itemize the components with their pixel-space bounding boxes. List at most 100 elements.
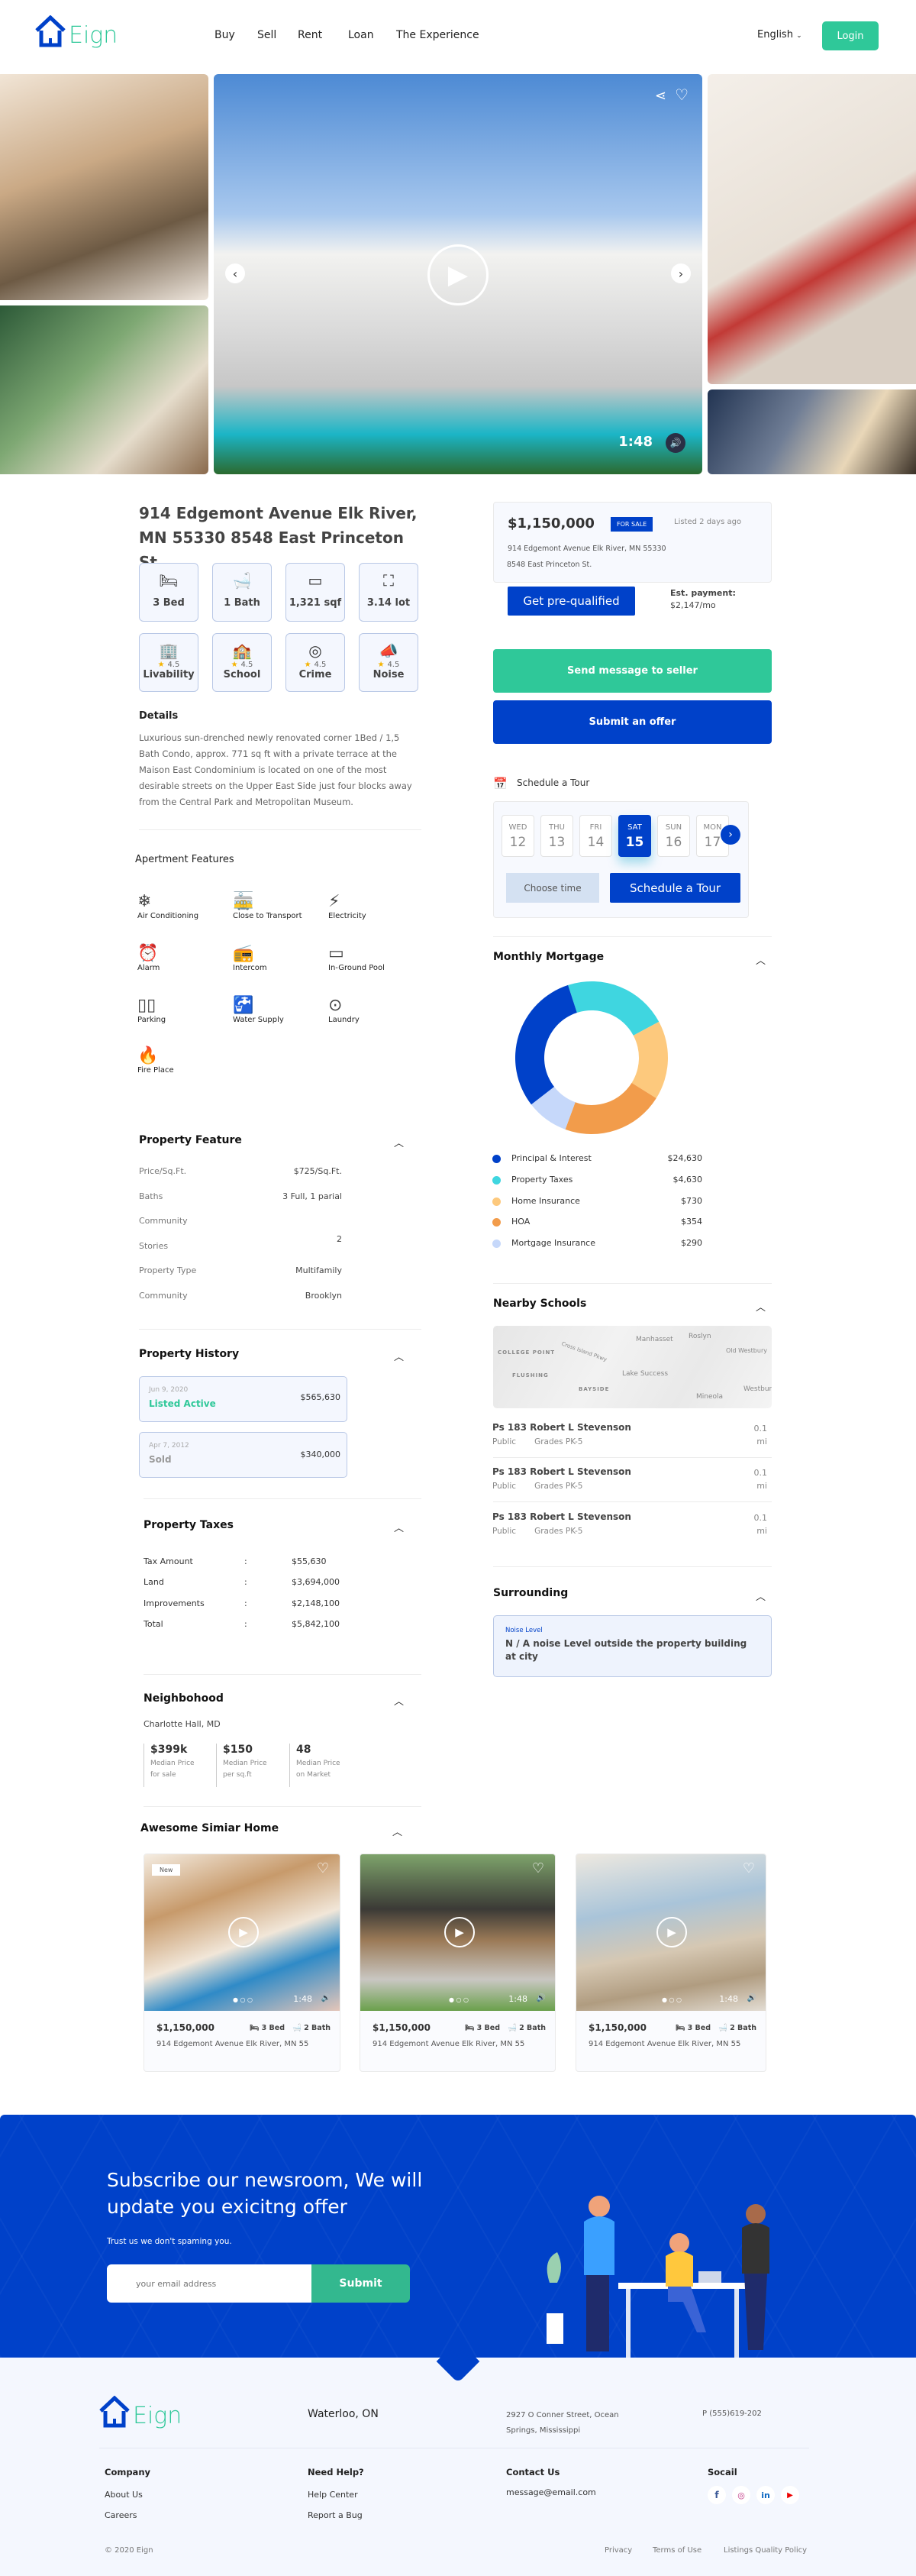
- footer-link-careers[interactable]: Careers: [105, 2510, 137, 2520]
- share-icon[interactable]: ⋖: [655, 88, 666, 104]
- tram-icon: 🚋: [233, 892, 254, 911]
- feature-row-label: Community: [139, 1291, 188, 1301]
- facebook-icon[interactable]: f: [708, 2486, 726, 2504]
- divider: [493, 936, 772, 937]
- volume-icon[interactable]: 🔊: [747, 1994, 756, 2002]
- play-icon[interactable]: ▶: [444, 1917, 475, 1947]
- price-card: $1,150,000 FOR SALE Listed 2 days ago 91…: [493, 502, 772, 583]
- language-select[interactable]: English ⌄: [757, 29, 802, 40]
- date-sun[interactable]: SUN 16: [657, 815, 690, 857]
- gallery-image-lamp[interactable]: [708, 389, 916, 474]
- carousel-dots[interactable]: ● ○ ○: [233, 1996, 253, 2003]
- footer-address: 2927 O Conner Street, Ocean Springs, Mis…: [506, 2411, 619, 2435]
- tax-label: Tax Amount: [144, 1556, 193, 1566]
- legend-value: $290: [681, 1238, 702, 1248]
- chevron-up-icon[interactable]: ︿: [756, 1589, 766, 1603]
- nav-loan[interactable]: Loan: [348, 29, 374, 41]
- login-button[interactable]: Login: [822, 21, 879, 50]
- similar-price: $1,150,000: [589, 2022, 647, 2033]
- similar-home-card[interactable]: ♡ ▶ ● ○ ○ 1:48 🔊 $1,150,000 🛏 3 Bed 🛁 2 …: [576, 1854, 766, 2072]
- copyright: © 2020 Eign: [105, 2546, 153, 2555]
- day-date: 15: [625, 835, 644, 850]
- gallery-image-bedroom[interactable]: [708, 74, 916, 384]
- instagram-icon[interactable]: ◎: [732, 2486, 750, 2504]
- feature-row-value: $725/Sq.Ft.: [293, 1166, 342, 1176]
- email-input[interactable]: [107, 2264, 313, 2303]
- footer-logo[interactable]: Eign: [99, 2396, 182, 2428]
- volume-icon[interactable]: 🔊: [537, 1994, 546, 2002]
- footer-link-report-bug[interactable]: Report a Bug: [308, 2510, 363, 2520]
- heart-icon[interactable]: ♡: [317, 1860, 329, 1876]
- footer-link-help-center[interactable]: Help Center: [308, 2490, 358, 2500]
- carousel-dots[interactable]: ● ○ ○: [662, 1996, 682, 2003]
- submit-offer-button[interactable]: Submit an offer: [493, 700, 772, 744]
- subscribe-submit-button[interactable]: Submit: [311, 2264, 410, 2303]
- footer-link-terms[interactable]: Terms of Use: [653, 2546, 702, 2555]
- heart-icon[interactable]: ♡: [743, 1860, 755, 1876]
- date-wed[interactable]: WED 12: [502, 815, 534, 857]
- tax-value: $3,694,000: [292, 1577, 340, 1587]
- washing-machine-icon: ⊙: [328, 996, 343, 1015]
- heart-icon[interactable]: ♡: [532, 1860, 544, 1876]
- youtube-icon[interactable]: ▶: [781, 2486, 799, 2504]
- footer-link-listings-policy[interactable]: Listings Quality Policy: [724, 2546, 807, 2555]
- bath-icon: 🛁: [718, 2024, 727, 2032]
- similar-home-card[interactable]: ♡ ▶ ● ○ ○ 1:48 🔊 $1,150,000 🛏 3 Bed 🛁 2 …: [360, 1854, 556, 2072]
- schedule-tour-button[interactable]: Schedule a Tour: [610, 873, 740, 903]
- date-thu[interactable]: THU 13: [540, 815, 573, 857]
- volume-icon[interactable]: 🔊: [666, 433, 685, 453]
- chevron-up-icon[interactable]: ︿: [394, 1349, 404, 1363]
- nav-buy[interactable]: Buy: [214, 29, 235, 41]
- play-icon[interactable]: ▶: [427, 244, 489, 305]
- volume-icon[interactable]: 🔊: [321, 1994, 331, 2002]
- details-heading: Details: [139, 710, 179, 722]
- gallery-image-stairs[interactable]: [0, 74, 208, 300]
- footer-link-about[interactable]: About Us: [105, 2490, 143, 2500]
- heart-icon[interactable]: ♡: [675, 86, 689, 104]
- gallery-image-living-room[interactable]: [0, 305, 208, 474]
- donut-slice-hoa[interactable]: [565, 1082, 656, 1134]
- linkedin-icon[interactable]: in: [756, 2486, 775, 2504]
- school-item[interactable]: Ps 183 Robert L Stevenson Public Grades PK…: [492, 1422, 767, 1446]
- school-item[interactable]: Ps 183 Robert L Stevenson Public Grades PK…: [492, 1466, 767, 1491]
- map-label: FLUSHING: [512, 1372, 549, 1378]
- donut-slice-property-taxes[interactable]: [568, 981, 660, 1036]
- similar-home-card[interactable]: New ♡ ▶ ● ○ ○ 1:48 🔊 $1,150,000 🛏 3 Bed …: [144, 1854, 340, 2072]
- date-fri[interactable]: FRI 14: [579, 815, 612, 857]
- donut-slice-principal-interest[interactable]: [515, 984, 577, 1105]
- choose-time-button[interactable]: Choose time: [506, 873, 599, 903]
- nav-rent[interactable]: Rent: [298, 29, 322, 41]
- chevron-left-icon[interactable]: ‹: [225, 263, 245, 283]
- chevron-up-icon[interactable]: ︿: [392, 1824, 402, 1838]
- footer-email-link[interactable]: message@email.com: [506, 2487, 596, 2497]
- feature-row-label: Community: [139, 1216, 188, 1226]
- footer-link-privacy[interactable]: Privacy: [605, 2546, 632, 2555]
- send-message-button[interactable]: Send message to seller: [493, 649, 772, 693]
- fact-area: ▭ 1,321 sqf: [285, 563, 345, 622]
- fireplace-icon: 🔥: [137, 1046, 159, 1065]
- property-feature-heading: Property Feature: [139, 1134, 242, 1146]
- noise-level-label: Noise Level: [505, 1627, 543, 1634]
- chevron-right-icon[interactable]: ›: [721, 825, 740, 845]
- stat-label: Median Price: [296, 1760, 340, 1767]
- nav-sell[interactable]: Sell: [257, 29, 276, 41]
- school-name: Ps 183 Robert L Stevenson: [492, 1511, 631, 1522]
- schools-map[interactable]: Manhasset Roslyn Old Westbury COLLEGE PO…: [493, 1326, 772, 1408]
- school-item[interactable]: Ps 183 Robert L Stevenson Public Grades PK…: [492, 1511, 767, 1536]
- history-status: Listed Active: [149, 1398, 216, 1409]
- nav-the-experience[interactable]: The Experience: [396, 29, 479, 41]
- date-sat[interactable]: SAT 15: [618, 815, 651, 857]
- chevron-right-icon[interactable]: ›: [671, 263, 691, 283]
- chevron-up-icon[interactable]: ︿: [394, 1520, 404, 1534]
- chevron-up-icon[interactable]: ︿: [756, 952, 766, 967]
- logo[interactable]: Eign: [35, 15, 118, 47]
- play-icon[interactable]: ▶: [228, 1917, 259, 1947]
- chevron-up-icon[interactable]: ︿: [394, 1135, 404, 1149]
- gallery-main-video[interactable]: ⋖ ♡ ‹ › ▶ 1:48 🔊: [214, 74, 702, 474]
- play-icon[interactable]: ▶: [656, 1917, 687, 1947]
- chevron-up-icon[interactable]: ︿: [394, 1693, 404, 1708]
- similar-address: 914 Edgemont Avenue Elk River, MN 55: [373, 2040, 525, 2048]
- chevron-up-icon[interactable]: ︿: [756, 1299, 766, 1314]
- get-prequalified-button[interactable]: Get pre-qualified: [508, 587, 635, 616]
- carousel-dots[interactable]: ● ○ ○: [449, 1996, 469, 2003]
